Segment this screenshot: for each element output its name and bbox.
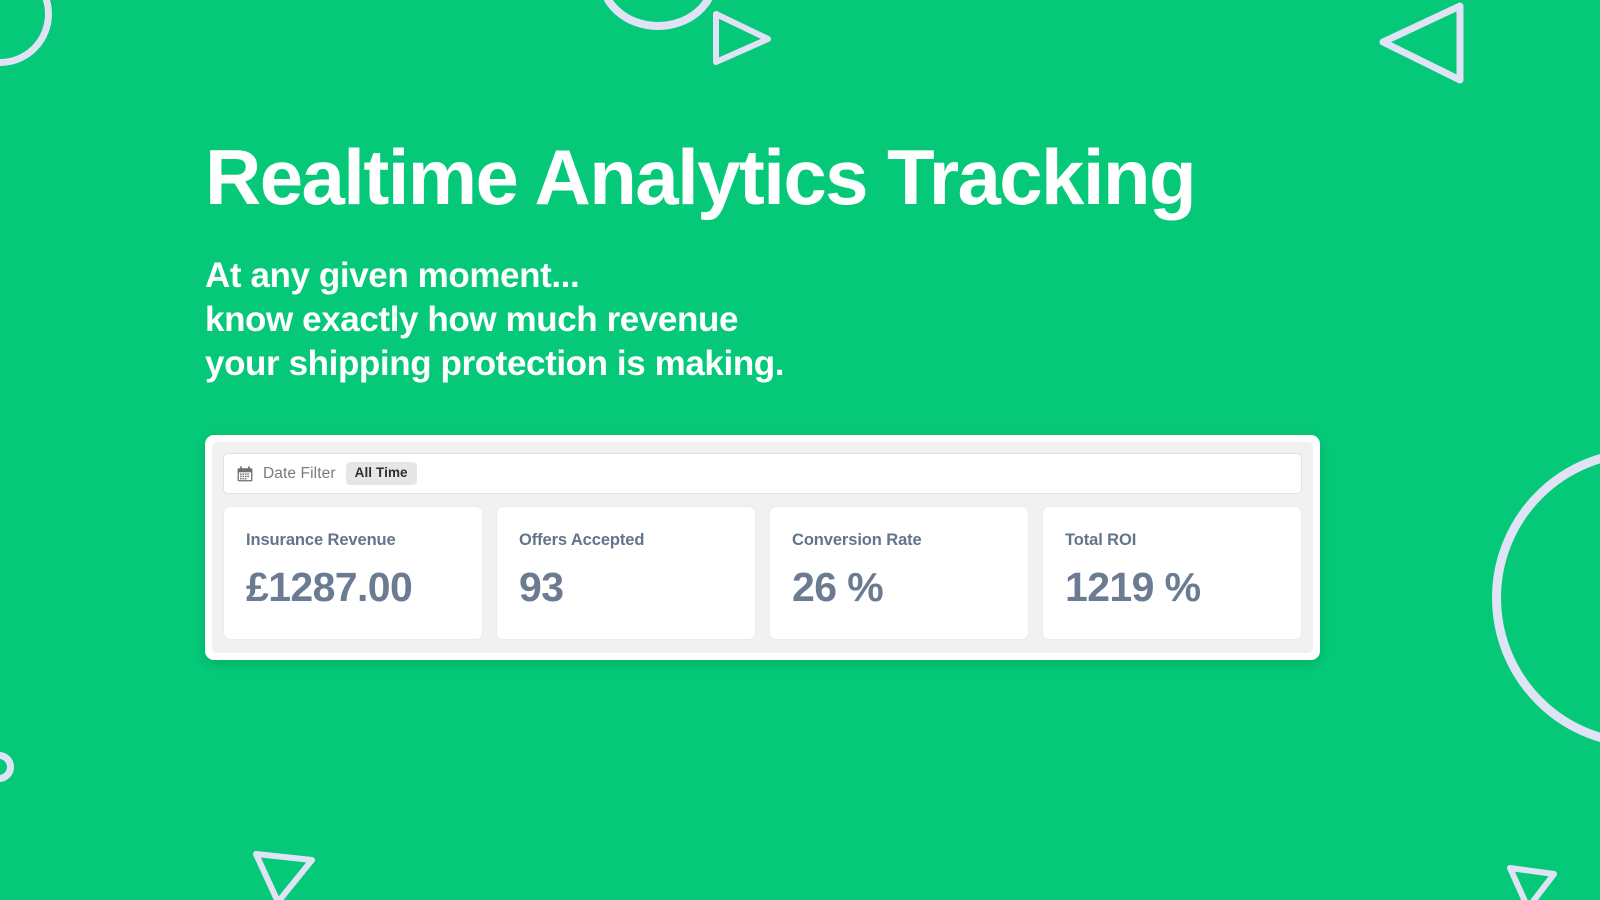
hero-subtitle-line-3: your shipping protection is making. — [205, 344, 785, 384]
analytics-panel-body: Date Filter All Time Insurance Revenue £… — [212, 442, 1313, 653]
metric-card-row: Insurance Revenue £1287.00 Offers Accept… — [223, 506, 1302, 640]
analytics-panel: Date Filter All Time Insurance Revenue £… — [205, 435, 1320, 660]
metric-label: Total ROI — [1065, 531, 1137, 549]
page-title: Realtime Analytics Tracking — [205, 133, 1197, 221]
metric-label: Insurance Revenue — [246, 531, 396, 549]
hero-subtitle-line-2: know exactly how much revenue — [205, 300, 739, 340]
circle-outline-top-left — [0, 0, 52, 66]
metric-card-offers-accepted: Offers Accepted 93 — [496, 506, 756, 640]
circle-outline-top-center — [598, 0, 718, 30]
calendar-icon — [237, 465, 253, 482]
date-filter-bar[interactable]: Date Filter All Time — [223, 453, 1302, 494]
metric-label: Conversion Rate — [792, 531, 922, 549]
metric-value: £1287.00 — [246, 564, 413, 610]
metric-label: Offers Accepted — [519, 531, 645, 549]
metric-card-total-roi: Total ROI 1219 % — [1042, 506, 1302, 640]
triangle-outline-top-right — [1378, 2, 1464, 84]
circle-outline-left-lower — [0, 752, 14, 782]
triangle-outline-bottom-right — [1506, 864, 1558, 900]
hero-subtitle-line-1: At any given moment... — [205, 256, 580, 295]
triangle-outline-top-center — [712, 10, 772, 66]
metric-value: 1219 % — [1065, 564, 1201, 610]
metric-value: 26 % — [792, 564, 884, 610]
circle-outline-right — [1492, 448, 1600, 748]
date-filter-value-badge[interactable]: All Time — [345, 462, 417, 485]
hero-section: Realtime Analytics Tracking At any given… — [205, 138, 1455, 386]
hero-subtitle: At any given moment... know exactly how … — [205, 254, 1455, 386]
metric-card-insurance-revenue: Insurance Revenue £1287.00 — [223, 506, 483, 640]
metric-value: 93 — [519, 564, 564, 610]
date-filter-label: Date Filter — [263, 464, 336, 482]
triangle-outline-bottom-left — [252, 848, 316, 900]
metric-card-conversion-rate: Conversion Rate 26 % — [769, 506, 1029, 640]
